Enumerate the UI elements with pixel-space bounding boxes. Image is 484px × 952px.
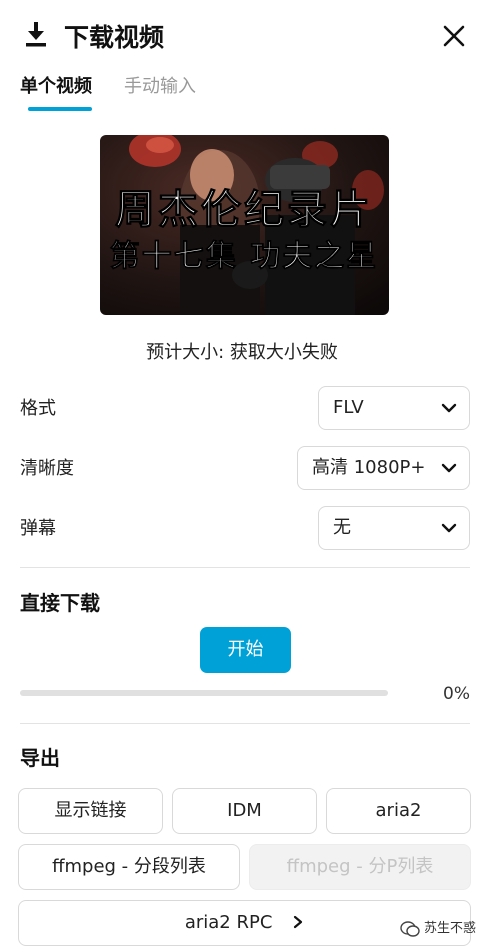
chevron-down-icon (441, 463, 457, 473)
start-button[interactable]: 开始 (200, 627, 291, 673)
tab-single-video[interactable]: 单个视频 (20, 74, 92, 100)
danmaku-label: 弹幕 (20, 518, 56, 539)
quality-value: 高清 1080P+ (312, 457, 426, 478)
progress-percent: 0% (443, 684, 470, 704)
ffmpeg-segment-list-button[interactable]: ffmpeg - 分段列表 (18, 844, 240, 890)
thumbnail-caption-line1: 周杰伦纪录片 (115, 186, 373, 233)
aria2-button[interactable]: aria2 (326, 788, 471, 834)
watermark-text: 苏生不惑 (424, 921, 477, 936)
format-label: 格式 (20, 398, 56, 419)
video-thumbnail: 周杰伦纪录片 第十七集 功夫之星 (100, 135, 389, 315)
estimated-size-text: 预计大小: 获取大小失败 (146, 342, 338, 363)
divider (20, 567, 470, 568)
show-links-button[interactable]: 显示链接 (18, 788, 163, 834)
page-title: 下载视频 (64, 23, 165, 52)
active-tab-indicator (28, 107, 92, 111)
chevron-down-icon (441, 403, 457, 413)
quality-label: 清晰度 (20, 458, 74, 479)
idm-button[interactable]: IDM (172, 788, 317, 834)
panel-header: 下载视频 (0, 0, 484, 72)
wechat-icon (400, 921, 420, 937)
ffmpeg-part-list-button: ffmpeg - 分P列表 (249, 844, 471, 890)
thumbnail-caption-line2: 第十七集 功夫之星 (110, 239, 378, 274)
chevron-right-icon (294, 915, 303, 929)
tab-manual-input[interactable]: 手动输入 (124, 74, 196, 100)
aria2-rpc-label: aria2 RPC (184, 912, 273, 933)
download-icon (26, 22, 46, 47)
progress-bar (20, 690, 388, 696)
close-icon[interactable] (440, 22, 468, 50)
quality-select[interactable]: 高清 1080P+ (297, 446, 470, 490)
direct-download-title: 直接下载 (20, 591, 100, 615)
tab-bar: 单个视频 手动输入 (20, 74, 320, 114)
divider (20, 723, 470, 724)
format-value: FLV (333, 397, 364, 418)
export-title: 导出 (20, 746, 60, 770)
chevron-down-icon (441, 523, 457, 533)
thumbnail-image: 周杰伦纪录片 第十七集 功夫之星 (100, 135, 389, 315)
danmaku-value: 无 (333, 517, 351, 538)
format-select[interactable]: FLV (318, 386, 470, 430)
danmaku-select[interactable]: 无 (318, 506, 470, 550)
